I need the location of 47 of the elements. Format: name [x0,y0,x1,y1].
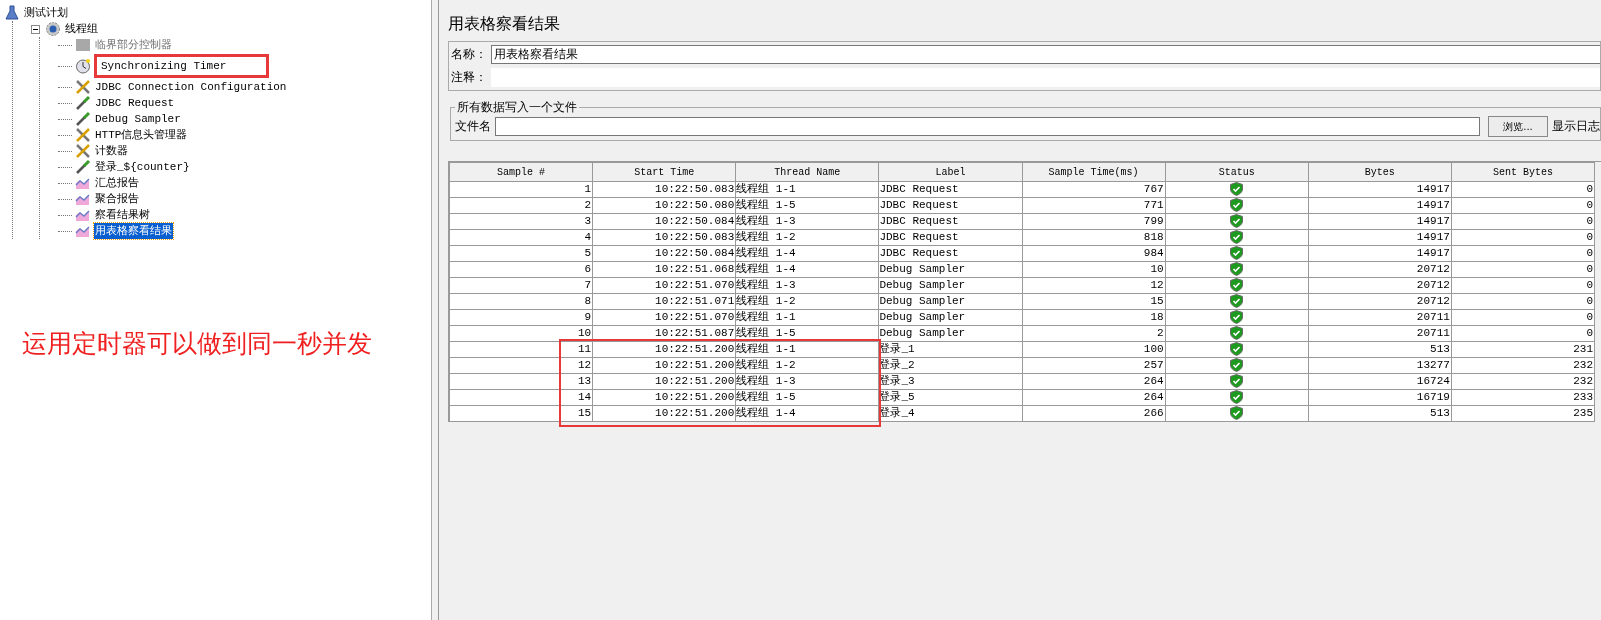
comment-field[interactable] [491,68,1600,87]
tree-item[interactable]: 登录_${counter} [94,159,191,175]
field-label: 名称： [451,46,487,63]
pipette-icon [75,159,91,175]
gear-icon [45,21,61,37]
graph-icon [75,191,91,207]
file-field[interactable] [495,117,1480,136]
collapse-toggle[interactable] [31,24,42,34]
column-header[interactable]: Sample Time(ms) [1022,162,1166,182]
log-label: 显示日志 [1552,118,1600,135]
graph-icon [75,207,91,223]
tree-item[interactable]: Synchronizing Timer [94,54,270,78]
field-label: 文件名 [455,118,491,135]
tools-icon [75,143,91,159]
column-header[interactable]: Status [1165,162,1309,182]
panel-title: 用表格察看结果 [448,14,561,35]
pipette-icon [75,95,91,111]
tree-item[interactable]: Debug Sampler [94,111,182,127]
column-header[interactable]: Start Time [592,162,736,182]
browse-button[interactable]: 浏览... [1488,116,1548,137]
name-field[interactable]: 用表格察看结果 [491,45,1600,64]
clock-icon [75,58,91,74]
tools-icon [75,79,91,95]
column-header[interactable]: Bytes [1308,162,1452,182]
column-header[interactable]: Thread Name [735,162,879,182]
graph-icon [75,223,91,239]
column-header[interactable]: Sent Bytes [1451,162,1595,182]
tree-item[interactable]: 察看结果树 [94,207,151,223]
tree-item[interactable]: 汇总报告 [94,175,140,191]
annotation-caption: 运用定时器可以做到同一秒并发 [22,328,373,360]
pipette-icon [75,111,91,127]
tree-item[interactable]: 测试计划 [23,5,69,21]
tree-item[interactable]: JDBC Request [94,95,176,111]
tree-item[interactable]: JDBC Connection Configuration [94,79,288,95]
tree-item[interactable]: 用表格察看结果 [94,223,173,239]
field-label: 注释： [451,69,487,86]
column-header[interactable]: Label [878,162,1022,182]
flask-icon [4,5,20,21]
group-title: 所有数据写入一个文件 [456,99,578,116]
tree-item[interactable]: 聚合报告 [94,191,140,207]
tree-item[interactable]: HTTP信息头管理器 [94,127,189,143]
tree-item[interactable]: 线程组 [64,21,99,37]
tools-icon [75,127,91,143]
block-icon [75,37,91,53]
column-header[interactable]: Sample # [449,162,593,182]
tree-item[interactable]: 计数器 [94,143,129,159]
graph-icon [75,175,91,191]
